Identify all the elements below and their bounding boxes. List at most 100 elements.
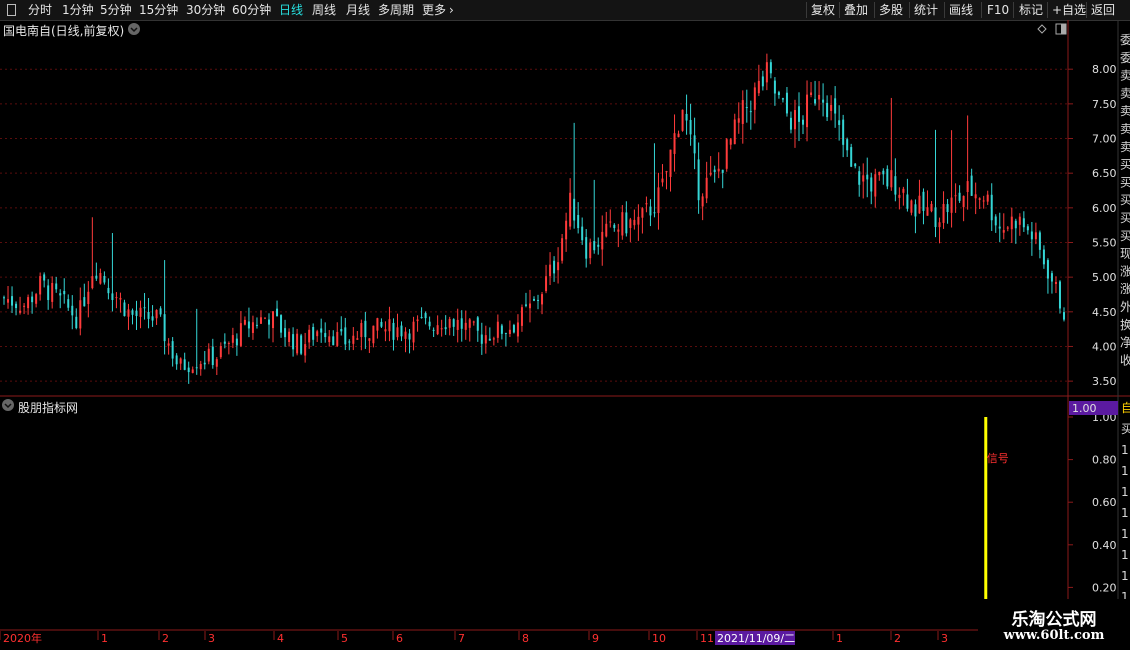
candle-body (480, 334, 483, 344)
candle-body (1026, 226, 1029, 231)
candle-body (994, 216, 997, 226)
candle-body (1022, 218, 1025, 228)
candle-body (926, 207, 929, 216)
candle-body (781, 98, 784, 100)
candle-body (235, 338, 238, 346)
candle-body (67, 299, 70, 308)
candle-body (420, 317, 423, 319)
price-tick-label: 5.00 (1092, 271, 1117, 284)
candle-body (1042, 249, 1045, 265)
candle-body (464, 322, 467, 330)
side-panel-label: 买 (1120, 211, 1130, 225)
candle-body (103, 275, 106, 283)
candle-body (239, 323, 242, 346)
candle-body (681, 109, 684, 131)
candle-body (657, 187, 660, 214)
price-tick-label: 6.00 (1092, 202, 1117, 215)
candle-body (300, 335, 303, 354)
side-panel-label: 委 (1120, 51, 1130, 65)
indicator-tick-label: 0.40 (1092, 539, 1117, 552)
price-tick-label: 4.00 (1092, 340, 1117, 353)
candle-body (609, 221, 612, 223)
indicator-tick-label: 0.20 (1092, 581, 1117, 594)
candle-body (95, 275, 98, 279)
candle-body (127, 309, 130, 317)
side-panel-label: 委 (1120, 33, 1130, 47)
candle-body (75, 316, 78, 329)
candle-body (23, 305, 26, 307)
candle-body (476, 317, 479, 331)
watermark-title: 乐淘公式网 (1011, 610, 1097, 630)
candle-body (741, 100, 744, 124)
candle-body (974, 194, 977, 199)
side-panel-label: 卖 (1120, 104, 1130, 118)
candle-body (605, 223, 608, 237)
side-panel-indicator-label: 自 (1121, 401, 1130, 415)
candle-body (802, 119, 805, 125)
candle-body (324, 333, 327, 338)
side-panel-label: 卖 (1120, 140, 1130, 154)
candle-body (288, 331, 291, 342)
price-tick-label: 5.50 (1092, 236, 1117, 249)
candle-body (826, 102, 829, 118)
candle-body (35, 294, 38, 304)
date-label: 2020年 (3, 631, 42, 645)
candle-body (553, 260, 556, 274)
candle-body (870, 177, 873, 192)
side-panel-indicator-label: 1 (1121, 506, 1129, 520)
candle-body (874, 174, 877, 197)
candle-body (950, 197, 953, 213)
candle-body (789, 117, 792, 130)
candle-body (629, 219, 632, 228)
side-panel-indicator-label: 1 (1121, 443, 1129, 457)
candle-body (862, 175, 865, 182)
candle-body (1034, 232, 1037, 240)
candle-body (191, 369, 194, 373)
candle-body (7, 299, 10, 303)
candle-body (488, 338, 491, 341)
candle-body (384, 329, 387, 332)
signal-label: 信号 (987, 452, 1009, 465)
candle-body (179, 358, 182, 364)
candle-body (822, 99, 825, 103)
candle-body (617, 229, 620, 232)
candle-body (272, 311, 275, 329)
candle-body (396, 327, 399, 338)
candle-body (15, 303, 18, 309)
candle-body (496, 321, 499, 338)
candle-body (597, 244, 600, 247)
candle-body (19, 310, 22, 313)
candle-body (55, 283, 58, 290)
date-label: 1 (101, 632, 108, 645)
candle-body (1050, 273, 1053, 282)
side-panel-label: 涨 (1120, 263, 1130, 278)
candle-body (1002, 230, 1005, 233)
side-panel-label: 卖 (1120, 86, 1130, 100)
candle-body (376, 318, 379, 331)
candle-body (119, 297, 122, 300)
candle-body (769, 62, 772, 74)
candle-body (328, 336, 331, 343)
candle-body (276, 308, 279, 317)
price-tick-label: 4.50 (1092, 306, 1117, 319)
date-label: 5 (341, 632, 348, 645)
candle-body (549, 264, 552, 277)
candle-body (524, 304, 527, 306)
candle-body (268, 319, 271, 325)
candle-body (211, 346, 214, 366)
date-label: 1 (836, 632, 843, 645)
candle-body (797, 106, 800, 122)
candle-body (581, 226, 584, 241)
date-label: 3 (208, 632, 215, 645)
candle-body (593, 241, 596, 251)
candle-body (340, 329, 343, 332)
candle-body (934, 207, 937, 228)
candle-body (569, 192, 572, 227)
candle-body (565, 220, 568, 240)
candle-body (958, 192, 961, 201)
candle-body (838, 120, 841, 125)
candle-body (83, 297, 86, 307)
candle-body (641, 208, 644, 218)
indicator-value-label: 1.00 (1072, 402, 1097, 415)
candle-body (380, 321, 383, 327)
